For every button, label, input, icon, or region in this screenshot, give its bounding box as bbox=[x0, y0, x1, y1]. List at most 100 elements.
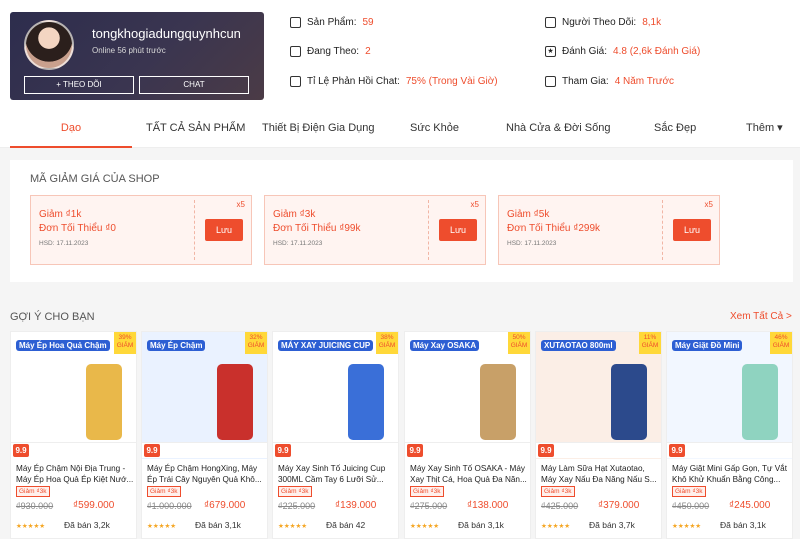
chat-button[interactable]: CHAT bbox=[139, 76, 249, 94]
product-image-label: Máy Xay OSAKA bbox=[410, 340, 480, 351]
product-shape bbox=[742, 364, 778, 440]
follow-button[interactable]: + THEO DÕI bbox=[24, 76, 134, 94]
shop-discount-tag: Giảm ₫3k bbox=[410, 486, 444, 497]
shop-header: tongkhogiadungquynhcun Online 56 phút tr… bbox=[0, 0, 800, 108]
stat-joined: Tham Gia: 4 Năm Trước bbox=[545, 76, 674, 87]
product-name[interactable]: Máy Làm Sữa Hạt Xutaotao, Máy Xay Nấu Đa… bbox=[541, 463, 659, 485]
product-image-label: Máy Ép Chậm bbox=[147, 340, 206, 351]
product-image-label: MÁY XAY JUICING CUP bbox=[278, 340, 374, 351]
tab-explore[interactable]: Dạo bbox=[10, 108, 132, 148]
sale-price: ₫138.000 bbox=[467, 500, 509, 511]
see-all-link[interactable]: Xem Tất Cả > bbox=[730, 311, 792, 322]
tab-beauty[interactable]: Sắc Đẹp bbox=[654, 108, 696, 148]
save-voucher-button[interactable]: Lưu bbox=[673, 219, 711, 241]
sold-count: Đã bán 3,1k bbox=[720, 520, 766, 530]
star-icon: ★ bbox=[545, 46, 556, 57]
product-shape bbox=[217, 364, 253, 440]
save-voucher-button[interactable]: Lưu bbox=[205, 219, 243, 241]
product-image-label: Máy Ép Hoa Quả Chậm bbox=[16, 340, 110, 351]
shop-voucher-section: MÃ GIẢM GIÁ CỦA SHOP Giảm ₫1k Đơn Tối Th… bbox=[10, 160, 793, 282]
rating-stars: ★★★★★ bbox=[278, 523, 308, 530]
voucher-title: MÃ GIẢM GIÁ CỦA SHOP bbox=[30, 173, 160, 185]
user-join-icon bbox=[545, 76, 556, 87]
sale-price: ₫139.000 bbox=[335, 500, 377, 511]
original-price: ₫225.000 bbox=[278, 501, 316, 511]
tab-all-products[interactable]: TẤT CẢ SẢN PHẨM bbox=[146, 108, 245, 148]
tab-more[interactable]: Thêm ▾ bbox=[746, 108, 783, 148]
shop-card: tongkhogiadungquynhcun Online 56 phút tr… bbox=[10, 12, 264, 100]
original-price: ₫1.000.000 bbox=[147, 501, 192, 511]
product-name[interactable]: Máy Giặt Mini Gấp Gọn, Tự Vắt Khô Khử Kh… bbox=[672, 463, 790, 485]
discount-badge: 46% GIẢM bbox=[770, 332, 792, 354]
product-name[interactable]: Máy Ép Chậm Nội Địa Trung - Máy Ép Hoa Q… bbox=[16, 463, 134, 485]
voucher-card: Giảm ₫3k Đơn Tối Thiểu ₫99k HSD: 17.11.2… bbox=[264, 195, 486, 265]
tab-appliances[interactable]: Thiết Bị Điện Gia Dụng bbox=[262, 108, 375, 148]
sold-count: Đã bán 3,7k bbox=[589, 520, 635, 530]
save-voucher-button[interactable]: Lưu bbox=[439, 219, 477, 241]
shop-discount-tag: Giảm ₫3k bbox=[147, 486, 181, 497]
discount-badge: 39% GIẢM bbox=[114, 332, 136, 354]
shop-discount-tag: Giảm ₫3k bbox=[672, 486, 706, 497]
shop-tabs: Dạo TẤT CẢ SẢN PHẨM Thiết Bị Điện Gia Dụ… bbox=[0, 108, 800, 148]
product-shape bbox=[348, 364, 384, 440]
nine-nine-badge: 9.9 bbox=[669, 444, 685, 457]
product-name[interactable]: Máy Xay Sinh Tố OSAKA - Máy Xay Thịt Cá,… bbox=[410, 463, 528, 485]
discount-badge: 11% GIẢM bbox=[639, 332, 661, 354]
shop-discount-tag: Giảm ₫3k bbox=[278, 486, 312, 497]
promo-strip bbox=[142, 442, 267, 458]
product-name[interactable]: Máy Xay Sinh Tố Juicing Cup 300ML Cầm Ta… bbox=[278, 463, 396, 485]
product-image-label: Máy Giặt Đồ Mini bbox=[672, 340, 743, 351]
promo-strip bbox=[667, 442, 792, 458]
sale-price: ₫599.000 bbox=[73, 500, 115, 511]
discount-badge: 32% GIẢM bbox=[245, 332, 267, 354]
sold-count: Đã bán 3,1k bbox=[458, 520, 504, 530]
stat-products: Sản Phẩm: 59 bbox=[290, 17, 374, 28]
sale-price: ₫379.000 bbox=[598, 500, 640, 511]
nine-nine-badge: 9.9 bbox=[275, 444, 291, 457]
avatar[interactable] bbox=[24, 20, 74, 70]
product-card[interactable]: Máy Xay OSAKA 50% GIẢM 9.9 Máy Xay Sinh … bbox=[404, 331, 531, 539]
stat-rating: ★ Đánh Giá: 4.8 (2,6k Đánh Giá) bbox=[545, 46, 700, 57]
voucher-divider bbox=[428, 200, 429, 260]
product-shape bbox=[86, 364, 122, 440]
rating-stars: ★★★★★ bbox=[147, 523, 177, 530]
recommend-title: GỢI Ý CHO BẠN bbox=[10, 311, 95, 323]
sold-count: Đã bán 3,2k bbox=[64, 520, 110, 530]
shop-name: tongkhogiadungquynhcun bbox=[92, 26, 241, 41]
discount-badge: 38% GIẢM bbox=[376, 332, 398, 354]
original-price: ₫930.000 bbox=[16, 501, 54, 511]
shop-discount-tag: Giảm ₫3k bbox=[16, 486, 50, 497]
product-name[interactable]: Máy Ép Chậm HongXing, Máy Ép Trái Cây Ng… bbox=[147, 463, 265, 485]
nine-nine-badge: 9.9 bbox=[13, 444, 29, 457]
promo-strip bbox=[11, 442, 136, 458]
voucher-card: Giảm ₫5k Đơn Tối Thiểu ₫299k HSD: 17.11.… bbox=[498, 195, 720, 265]
original-price: ₫450.000 bbox=[672, 501, 710, 511]
rating-stars: ★★★★★ bbox=[16, 523, 46, 530]
voucher-divider bbox=[662, 200, 663, 260]
stat-chat-response: Tỉ Lệ Phản Hồi Chat: 75% (Trong Vài Giờ) bbox=[290, 76, 498, 87]
product-card[interactable]: Máy Ép Hoa Quả Chậm 39% GIẢM 9.9 Máy Ép … bbox=[10, 331, 137, 539]
product-card[interactable]: Máy Ép Chậm 32% GIẢM 9.9 Máy Ép Chậm Hon… bbox=[141, 331, 268, 539]
user-icon bbox=[290, 46, 301, 57]
promo-strip bbox=[536, 442, 661, 458]
product-card[interactable]: XUTAOTAO 800ml 11% GIẢM 9.9 Máy Làm Sữa … bbox=[535, 331, 662, 539]
sold-count: Đã bán 42 bbox=[326, 520, 366, 530]
voucher-divider bbox=[194, 200, 195, 260]
sold-count: Đã bán 3,1k bbox=[195, 520, 241, 530]
tab-health[interactable]: Sức Khỏe bbox=[410, 108, 459, 148]
product-shape bbox=[611, 364, 647, 440]
original-price: ₫425.000 bbox=[541, 501, 579, 511]
product-shape bbox=[480, 364, 516, 440]
voucher-card: Giảm ₫1k Đơn Tối Thiểu ₫0 HSD: 17.11.202… bbox=[30, 195, 252, 265]
followers-icon bbox=[545, 17, 556, 28]
product-card[interactable]: MÁY XAY JUICING CUP 38% GIẢM 9.9 Máy Xay… bbox=[272, 331, 399, 539]
sale-price: ₫679.000 bbox=[204, 500, 246, 511]
product-image-label: XUTAOTAO 800ml bbox=[541, 340, 616, 351]
rating-stars: ★★★★★ bbox=[541, 523, 571, 530]
rating-stars: ★★★★★ bbox=[410, 523, 440, 530]
rating-stars: ★★★★★ bbox=[672, 523, 702, 530]
tab-home-life[interactable]: Nhà Cửa & Đời Sống bbox=[506, 108, 610, 148]
store-icon bbox=[290, 17, 301, 28]
nine-nine-badge: 9.9 bbox=[407, 444, 423, 457]
product-card[interactable]: Máy Giặt Đồ Mini 46% GIẢM 9.9 Máy Giặt M… bbox=[666, 331, 793, 539]
